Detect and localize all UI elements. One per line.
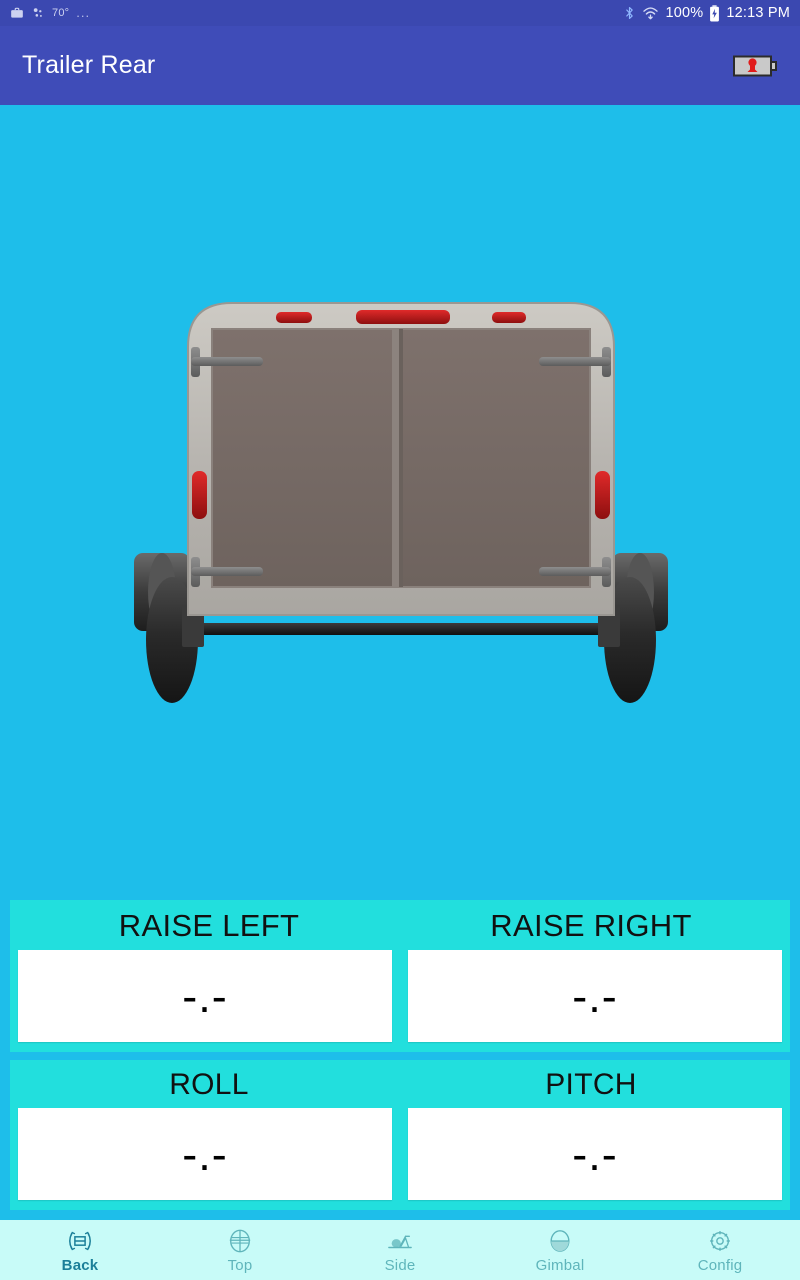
nav-item-top[interactable]: Top bbox=[160, 1220, 320, 1280]
value-raise-right: -.- bbox=[572, 970, 618, 1022]
marker-light-left bbox=[276, 312, 312, 323]
page-title: Trailer Rear bbox=[22, 51, 156, 79]
trailer-top-view-icon bbox=[225, 1227, 255, 1255]
readout-group-raise: RAISE LEFT RAISE RIGHT -.- -.- bbox=[10, 900, 790, 1052]
status-temperature: 70° bbox=[52, 7, 70, 19]
nav-label-gimbal: Gimbal bbox=[535, 1256, 585, 1274]
wifi-icon bbox=[642, 6, 659, 21]
readout-labels-attitude: ROLL PITCH bbox=[18, 1066, 782, 1108]
status-clock: 12:13 PM bbox=[726, 5, 790, 21]
readout-group-attitude: ROLL PITCH -.- -.- bbox=[10, 1060, 790, 1210]
status-bar: 70° ... 100% 12:13 PM bbox=[0, 0, 800, 26]
value-roll: -.- bbox=[182, 1128, 228, 1180]
label-pitch: PITCH bbox=[545, 1068, 637, 1101]
nav-item-config[interactable]: Config bbox=[640, 1220, 800, 1280]
nav-item-gimbal[interactable]: Gimbal bbox=[480, 1220, 640, 1280]
readout-values-raise: -.- -.- bbox=[18, 950, 782, 1042]
label-raise-left: RAISE LEFT bbox=[118, 908, 300, 943]
bluetooth-icon bbox=[623, 5, 636, 21]
gear-icon bbox=[705, 1227, 735, 1255]
bottom-navigation: Back Top Side Gimbal Config bbox=[0, 1220, 800, 1280]
app-bar: Trailer Rear bbox=[0, 26, 800, 105]
nav-label-config: Config bbox=[697, 1256, 743, 1274]
gimbal-level-icon bbox=[545, 1227, 575, 1255]
trailer-battery-icon[interactable] bbox=[732, 52, 778, 80]
readout-values-attitude: -.- -.- bbox=[18, 1108, 782, 1200]
label-raise-right: RAISE RIGHT bbox=[490, 908, 692, 943]
nav-label-top: Top bbox=[227, 1256, 253, 1274]
status-bar-left: 70° ... bbox=[10, 6, 623, 20]
value-box-roll[interactable]: -.- bbox=[18, 1108, 392, 1200]
status-bar-right: 100% 12:13 PM bbox=[623, 4, 790, 22]
nav-label-back: Back bbox=[61, 1256, 99, 1274]
trailer-side-view-icon bbox=[385, 1227, 415, 1255]
reflector-left bbox=[192, 471, 207, 519]
value-box-pitch[interactable]: -.- bbox=[408, 1108, 782, 1200]
label-roll: ROLL bbox=[169, 1068, 249, 1101]
trailer-rear-view-illustration bbox=[120, 285, 680, 710]
marker-light-right bbox=[492, 312, 526, 323]
readout-panels: RAISE LEFT RAISE RIGHT -.- -.- ROLL PITC… bbox=[0, 892, 800, 1220]
weather-dots-icon bbox=[31, 6, 45, 20]
marker-light-center bbox=[356, 310, 450, 324]
battery-percent-label: 100% bbox=[665, 5, 704, 21]
nav-item-side[interactable]: Side bbox=[320, 1220, 480, 1280]
trailer-stage bbox=[0, 105, 800, 892]
briefcase-icon bbox=[10, 6, 24, 20]
battery-charging-icon bbox=[709, 4, 720, 22]
value-box-raise-right[interactable]: -.- bbox=[408, 950, 782, 1042]
value-raise-left: -.- bbox=[182, 970, 228, 1022]
app-root: 70° ... 100% 12:13 PM Trailer Rear RAISE… bbox=[0, 0, 800, 1280]
nav-item-back[interactable]: Back bbox=[0, 1220, 160, 1280]
trailer-back-width-icon bbox=[65, 1227, 95, 1255]
nav-label-side: Side bbox=[384, 1256, 416, 1274]
status-overflow: ... bbox=[76, 5, 91, 20]
value-pitch: -.- bbox=[572, 1128, 618, 1180]
readout-labels-raise: RAISE LEFT RAISE RIGHT bbox=[18, 906, 782, 950]
reflector-right bbox=[595, 471, 610, 519]
value-box-raise-left[interactable]: -.- bbox=[18, 950, 392, 1042]
